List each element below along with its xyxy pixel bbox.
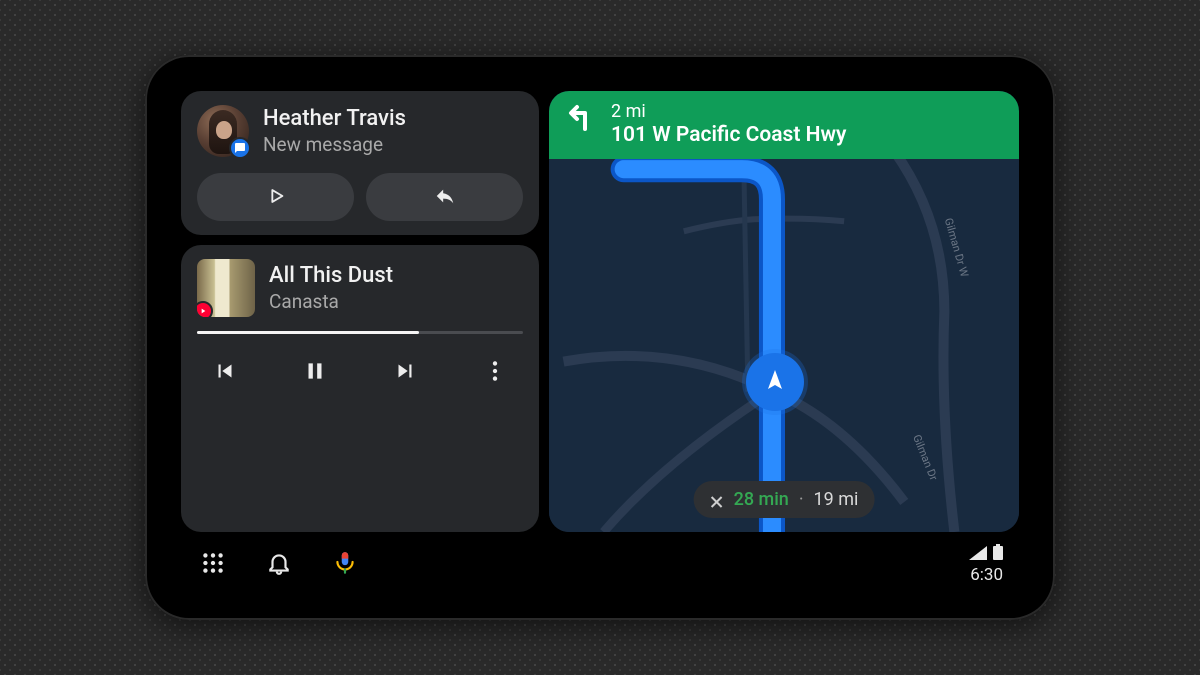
direction-text: 2 mi 101 W Pacific Coast Hwy bbox=[611, 101, 846, 147]
direction-road: 101 W Pacific Coast Hwy bbox=[611, 123, 846, 147]
content-area: Heather Travis New message bbox=[173, 83, 1027, 536]
media-header: All This Dust Canasta bbox=[197, 259, 523, 317]
next-track-button[interactable] bbox=[381, 348, 429, 396]
reply-icon bbox=[434, 185, 456, 210]
pause-icon bbox=[302, 358, 328, 387]
notification-sender: Heather Travis bbox=[263, 106, 406, 131]
media-text: All This Dust Canasta bbox=[269, 263, 393, 313]
apps-grid-icon bbox=[200, 550, 226, 579]
direction-banner[interactable]: 2 mi 101 W Pacific Coast Hwy bbox=[549, 91, 1019, 159]
more-vert-icon bbox=[482, 358, 508, 387]
app-launcher-button[interactable] bbox=[197, 548, 229, 580]
cell-signal-icon bbox=[969, 545, 987, 564]
pause-button[interactable] bbox=[291, 348, 339, 396]
eta-distance: 19 mi bbox=[814, 489, 859, 510]
notification-subtitle: New message bbox=[263, 133, 406, 156]
playback-progress-fill bbox=[197, 331, 419, 334]
notification-text: Heather Travis New message bbox=[263, 106, 406, 156]
media-controls bbox=[197, 348, 523, 396]
skip-previous-icon bbox=[212, 358, 238, 387]
notifications-button[interactable] bbox=[263, 548, 295, 580]
skip-next-icon bbox=[392, 358, 418, 387]
close-icon[interactable] bbox=[710, 493, 724, 507]
screen: Heather Travis New message bbox=[173, 83, 1027, 592]
left-column: Heather Travis New message bbox=[181, 91, 539, 532]
navbar-left bbox=[197, 548, 361, 580]
notification-actions bbox=[197, 173, 523, 221]
play-message-button[interactable] bbox=[197, 173, 354, 221]
dashboard-background: Heather Travis New message bbox=[0, 0, 1200, 675]
status-icons bbox=[969, 544, 1003, 564]
notification-header: Heather Travis New message bbox=[197, 105, 523, 157]
system-navbar: 6:30 bbox=[173, 536, 1027, 592]
reply-button[interactable] bbox=[366, 173, 523, 221]
contact-avatar bbox=[197, 105, 249, 157]
clock: 6:30 bbox=[970, 565, 1003, 585]
navbar-right: 6:30 bbox=[969, 544, 1003, 585]
map-panel[interactable]: Gilman Dr W Gilman Dr 2 mi 101 W Pacific… bbox=[549, 91, 1019, 532]
navigation-arrow-icon bbox=[763, 368, 787, 396]
eta-minutes: 28 min bbox=[734, 489, 789, 510]
eta-chip[interactable]: 28 min · 19 mi bbox=[694, 481, 875, 518]
notification-card[interactable]: Heather Travis New message bbox=[181, 91, 539, 235]
album-art bbox=[197, 259, 255, 317]
media-card[interactable]: All This Dust Canasta bbox=[181, 245, 539, 532]
tablet-device-frame: Heather Travis New message bbox=[145, 55, 1055, 620]
track-title: All This Dust bbox=[269, 263, 393, 288]
eta-separator: · bbox=[799, 489, 804, 510]
more-options-button[interactable] bbox=[471, 348, 519, 396]
bell-icon bbox=[266, 550, 292, 579]
track-artist: Canasta bbox=[269, 290, 393, 313]
messages-app-badge-icon bbox=[229, 137, 251, 159]
current-location-marker bbox=[746, 353, 804, 411]
direction-distance: 2 mi bbox=[611, 101, 846, 122]
assistant-button[interactable] bbox=[329, 548, 361, 580]
play-icon bbox=[265, 185, 287, 210]
microphone-icon bbox=[332, 550, 358, 579]
previous-track-button[interactable] bbox=[201, 348, 249, 396]
turn-left-icon bbox=[565, 101, 597, 137]
playback-progress[interactable] bbox=[197, 331, 523, 334]
battery-icon bbox=[993, 544, 1003, 564]
